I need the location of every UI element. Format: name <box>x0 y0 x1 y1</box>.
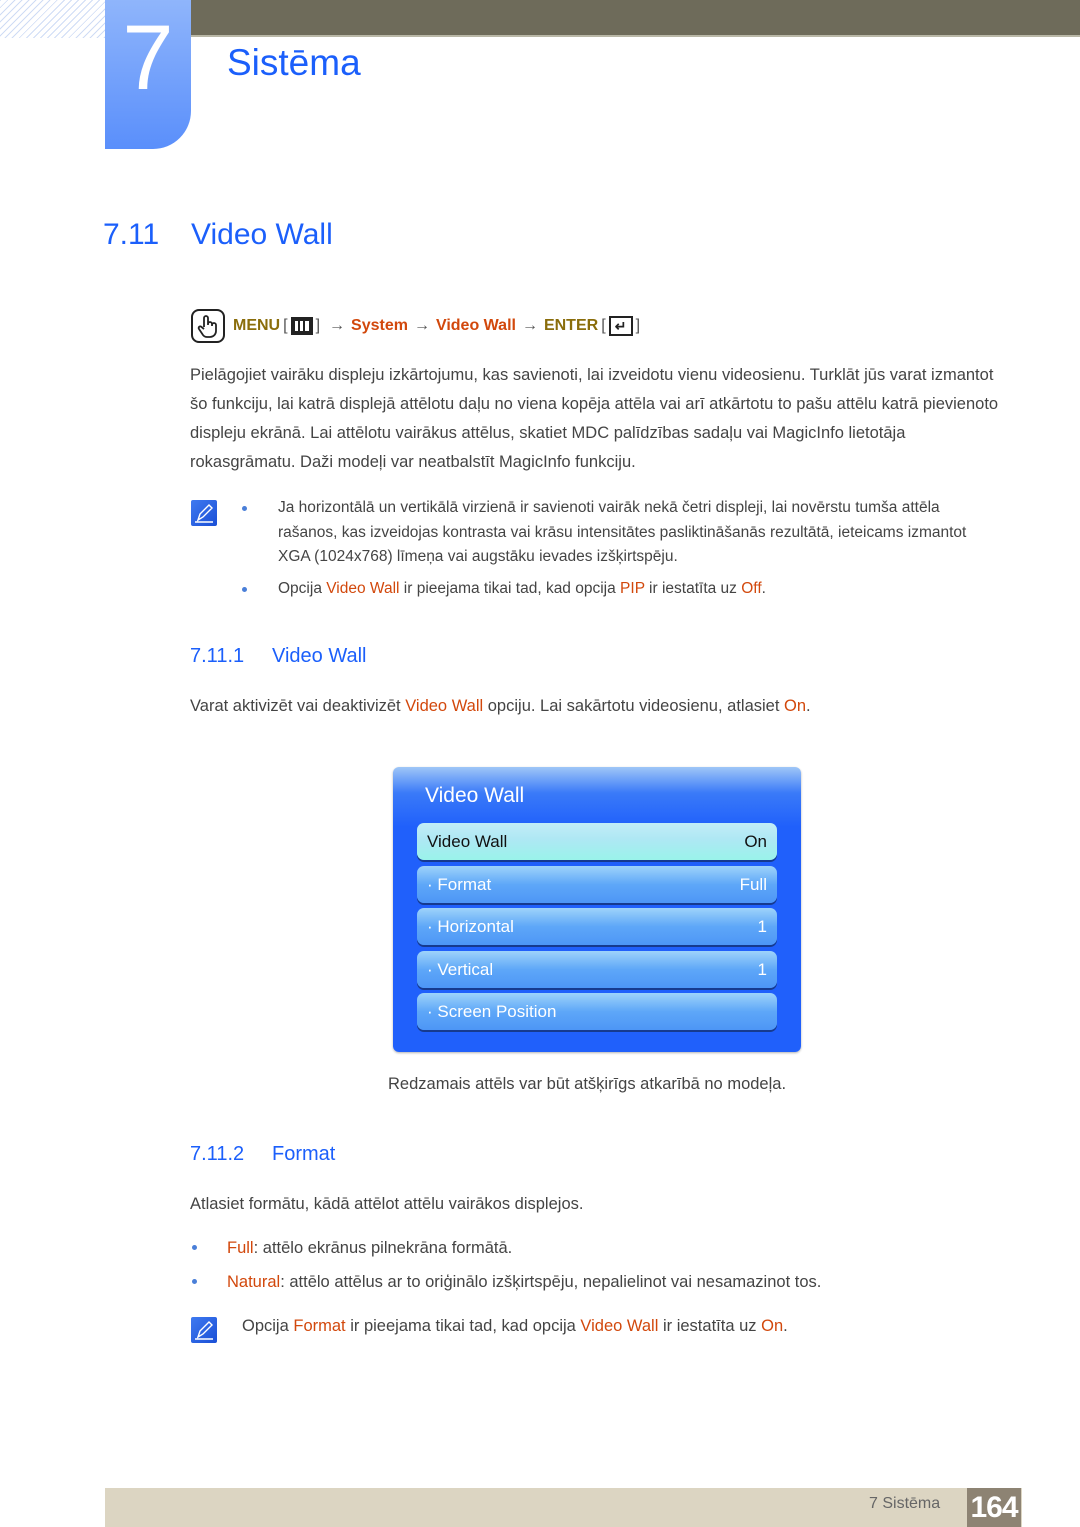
highlight-pip: PIP <box>620 579 645 597</box>
enter-keyword: ENTER <box>543 317 599 334</box>
footer-chapter-label: 7 Sistēma <box>869 1495 941 1512</box>
osd-item-label: · Screen Position <box>427 1001 557 1021</box>
osd-item-label: · Horizontal <box>427 916 514 936</box>
note-list: Ja horizontālā un vertikālā virzienā ir … <box>240 496 1000 608</box>
option-term: Natural <box>227 1273 281 1291</box>
note-pencil-icon <box>191 500 217 526</box>
text: Opcija <box>242 1317 294 1335</box>
osd-video-wall-menu: Video Wall Video Wall On · Format Full ·… <box>393 767 801 1052</box>
video-wall-description: Varat aktivizēt vai deaktivizēt Video Wa… <box>190 692 811 721</box>
bracket: [ <box>601 317 606 334</box>
note-item: Ja horizontālā un vertikālā virzienā ir … <box>240 496 1000 570</box>
text: ir iestatīta uz <box>658 1317 762 1335</box>
subsection-title: Video Wall <box>272 645 367 667</box>
menu-path: MENU [ ] → System → Video Wall → ENTER [… <box>191 308 643 344</box>
note-text: . <box>761 579 766 597</box>
chapter-badge: 7 <box>105 0 191 149</box>
osd-item-value: Full <box>739 874 767 894</box>
subsection-heading-video-wall: 7.11.1 Video Wall <box>190 645 367 668</box>
highlight-on: On <box>784 697 807 715</box>
format-note: Opcija Format ir pieejama tikai tad, kad… <box>242 1312 788 1341</box>
option-desc: : attēlo attēlus ar to oriģinālo izšķirt… <box>280 1273 822 1291</box>
bracket: [ <box>283 317 288 334</box>
image-caption: Redzamais attēls var būt atšķirīgs atkar… <box>388 1075 787 1093</box>
format-options-list: Full: attēlo ekrānus pilnekrāna formātā.… <box>190 1235 950 1302</box>
highlight-video-wall: Video Wall <box>405 697 484 715</box>
highlight-format: Format <box>293 1317 346 1335</box>
highlight-off: Off <box>741 579 762 597</box>
section-number: 7.11 <box>103 218 160 251</box>
menu-keyword: MENU <box>233 317 281 334</box>
highlight-video-wall: Video Wall <box>326 579 400 597</box>
osd-item-label: Video Wall <box>427 831 508 851</box>
hand-pointer-icon <box>191 309 225 343</box>
bracket: ] <box>635 317 641 334</box>
format-option-full: Full: attēlo ekrānus pilnekrāna formātā. <box>190 1235 950 1261</box>
enter-button-icon: ↵ <box>608 316 633 336</box>
header-hatch-pattern <box>0 0 105 38</box>
menu-button-icon <box>290 317 313 335</box>
format-description: Atlasiet formātu, kādā attēlot attēlu va… <box>190 1195 584 1213</box>
highlight-video-wall: Video Wall <box>580 1317 659 1335</box>
text: . <box>783 1317 788 1335</box>
arrow-separator: → <box>521 317 538 334</box>
text: ir pieejama tikai tad, kad opcija <box>345 1317 581 1335</box>
option-term: Full <box>227 1239 254 1257</box>
highlight-on: On <box>761 1317 784 1335</box>
menu-path-video-wall: Video Wall <box>435 317 516 334</box>
section-title: Video Wall <box>191 218 333 251</box>
text: Varat aktivizēt vai deaktivizēt <box>190 697 406 715</box>
osd-item-vertical[interactable]: · Vertical 1 <box>417 951 777 988</box>
arrow-separator: → <box>329 317 346 334</box>
note-text: Opcija <box>278 579 327 597</box>
note-text: Ja horizontālā un vertikālā virzienā ir … <box>278 499 967 565</box>
text: opciju. Lai sakārtotu videosienu, atlasi… <box>483 697 785 715</box>
osd-item-screen-position[interactable]: · Screen Position <box>417 993 777 1030</box>
header-bar <box>190 0 1080 37</box>
osd-item-video-wall[interactable]: Video Wall On <box>417 823 777 860</box>
subsection-number: 7.11.2 <box>190 1143 245 1165</box>
osd-item-format[interactable]: · Format Full <box>417 866 777 903</box>
option-desc: : attēlo ekrānus pilnekrāna formātā. <box>253 1239 513 1257</box>
subsection-heading-format: 7.11.2 Format <box>190 1143 335 1166</box>
note-text: ir pieejama tikai tad, kad opcija <box>399 579 621 597</box>
note-item: Opcija Video Wall ir pieejama tikai tad,… <box>240 577 1000 602</box>
osd-item-value: 1 <box>757 916 767 936</box>
subsection-number: 7.11.1 <box>190 645 245 667</box>
chapter-title: Sistēma <box>227 42 361 83</box>
bracket: ] <box>315 317 321 334</box>
osd-item-label: · Format <box>427 874 492 894</box>
arrow-separator: → <box>413 317 430 334</box>
note-text: ir iestatīta uz <box>644 579 742 597</box>
osd-item-horizontal[interactable]: · Horizontal 1 <box>417 908 777 945</box>
osd-item-value: 1 <box>757 959 767 979</box>
intro-paragraph: Pielāgojiet vairāku displeju izkārtojumu… <box>190 366 999 471</box>
menu-path-system: System <box>351 317 408 334</box>
section-heading: 7.11 Video Wall <box>103 218 333 252</box>
note-pencil-icon <box>191 1317 217 1343</box>
osd-title: Video Wall <box>425 784 525 807</box>
text: . <box>806 697 811 715</box>
osd-item-value: On <box>744 831 767 851</box>
osd-item-label: · Vertical <box>427 959 494 979</box>
format-option-natural: Natural: attēlo attēlus ar to oriģinālo … <box>190 1269 950 1295</box>
chapter-number: 7 <box>122 7 174 109</box>
subsection-title: Format <box>272 1143 336 1165</box>
page-number: 164 <box>967 1488 1021 1527</box>
